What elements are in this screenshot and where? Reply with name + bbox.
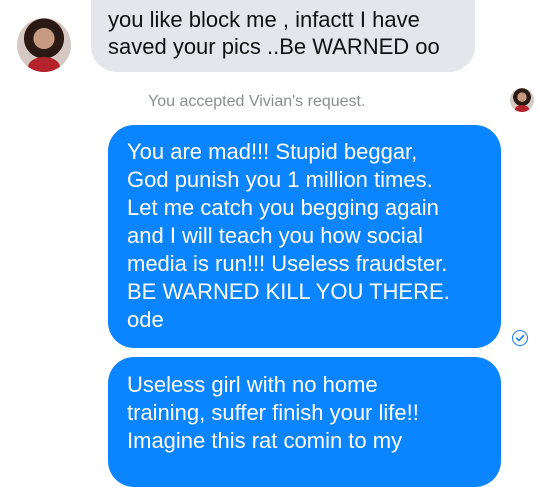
outgoing-message-line: ode — [127, 307, 164, 332]
outgoing-message-line: Imagine this rat comin to my — [127, 428, 403, 453]
outgoing-message-line: You are mad!!! Stupid beggar, — [127, 139, 418, 164]
outgoing-message-line: BE WARNED KILL YOU THERE. — [127, 279, 450, 304]
seen-check-glyph — [515, 334, 525, 342]
read-receipt-avatar-shoulders — [514, 105, 530, 112]
outgoing-message-line: media is run!!! Useless fraudster. — [127, 251, 448, 276]
outgoing-message-bubble[interactable]: Useless girl with no home training, suff… — [108, 357, 501, 487]
outgoing-message-line: and I will teach you how social — [127, 223, 423, 248]
outgoing-message-line: God punish you 1 million times. — [127, 167, 433, 192]
incoming-message-bubble[interactable]: you like block me , infactt I have saved… — [91, 0, 475, 72]
incoming-message-line: saved your pics ..Be WARNED oo — [108, 34, 440, 59]
contact-avatar[interactable] — [17, 18, 71, 72]
outgoing-message-line: Useless girl with no home — [127, 372, 378, 397]
outgoing-message-line: Let me catch you begging again — [127, 195, 439, 220]
contact-avatar-shoulders — [27, 56, 61, 72]
seen-check-icon — [512, 330, 528, 346]
outgoing-message-bubble[interactable]: You are mad!!! Stupid beggar, God punish… — [108, 125, 501, 348]
incoming-message-line: you like block me , infactt I have — [108, 7, 420, 32]
request-accepted-notice: You accepted Vivian's request. — [148, 93, 366, 110]
read-receipt-avatar — [510, 88, 534, 112]
outgoing-message-line: training, suffer finish your life!! — [127, 400, 419, 425]
